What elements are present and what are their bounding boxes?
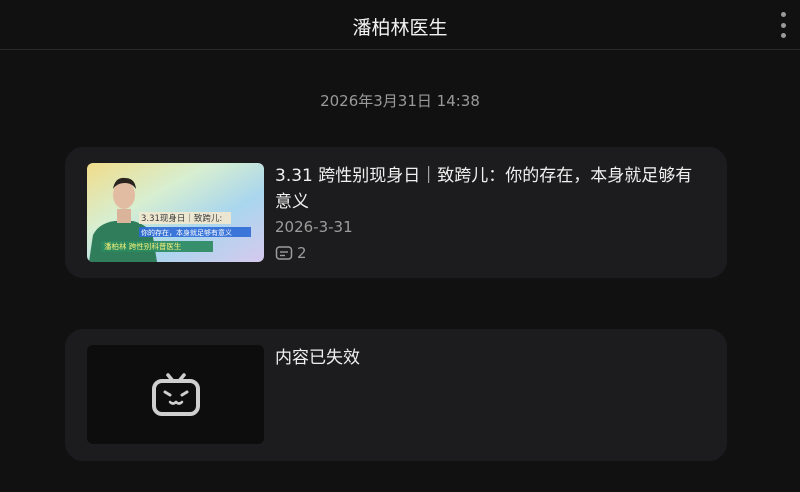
video-thumbnail-image: 3.31现身日｜致跨儿: 你的存在，本身就足够有意义 潘柏林 跨性别科普医生: [87, 163, 264, 262]
placeholder-thumbnail: [87, 345, 264, 444]
more-vertical-icon: [780, 12, 786, 17]
more-options-button[interactable]: [776, 12, 790, 38]
comment-count: 2: [275, 243, 307, 263]
video-title[interactable]: 3.31 跨性别现身日｜致跨儿：你的存在，本身就足够有意义: [275, 163, 705, 215]
invalid-content-card[interactable]: 内容已失效: [65, 329, 727, 461]
top-bar: 潘柏林医生: [0, 0, 800, 50]
thumbnail-text-line2: 你的存在，本身就足够有意义: [141, 228, 232, 237]
bilibili-tv-icon: [152, 373, 200, 416]
page-title: 潘柏林医生: [352, 17, 448, 39]
comment-icon: [275, 246, 293, 260]
video-date: 2026-3-31: [275, 218, 353, 236]
video-thumbnail[interactable]: 3.31现身日｜致跨儿: 你的存在，本身就足够有意义 潘柏林 跨性别科普医生: [87, 163, 264, 262]
comment-count-value: 2: [297, 244, 307, 262]
invalid-content-title: 内容已失效: [275, 348, 360, 368]
shared-video-card[interactable]: 3.31现身日｜致跨儿: 你的存在，本身就足够有意义 潘柏林 跨性别科普医生 3…: [65, 147, 727, 278]
thumbnail-text-line1: 3.31现身日｜致跨儿:: [141, 213, 222, 224]
thumbnail-text-line3: 潘柏林 跨性别科普医生: [104, 241, 182, 251]
message-timestamp: 2026年3月31日 14:38: [320, 92, 480, 110]
